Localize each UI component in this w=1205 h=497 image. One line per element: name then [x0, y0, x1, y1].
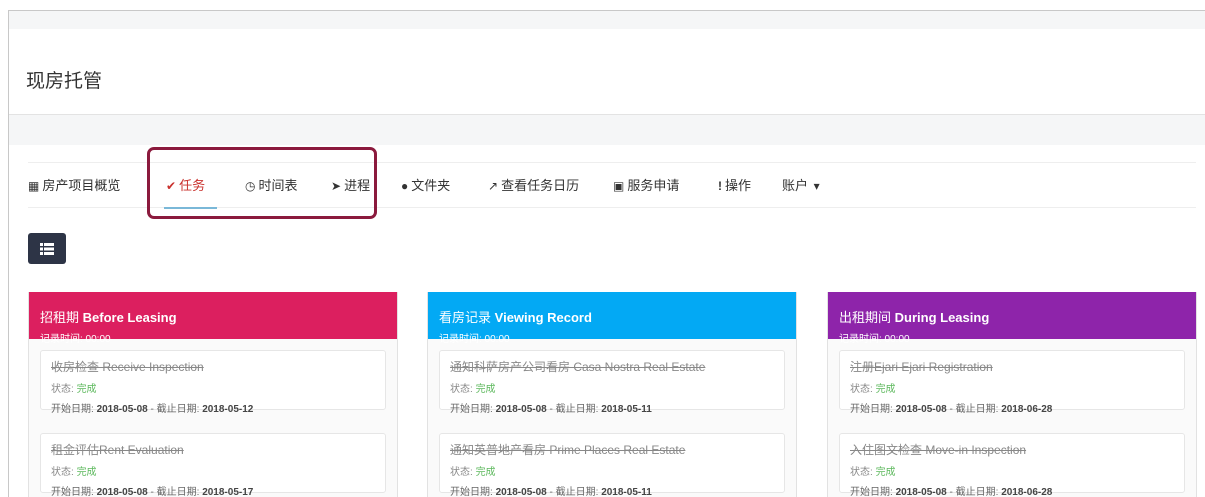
tab-progress[interactable]: ➤ 进程: [331, 163, 370, 208]
task-dates: 开始日期: 2018-05-08 - 截止日期: 2018-06-28: [850, 404, 1053, 415]
column-recorded-time: 记录时间: 00:00: [839, 334, 910, 345]
tab-overview[interactable]: ▦ 房产项目概览: [28, 163, 120, 208]
tab-service-request[interactable]: ▣ 服务申请: [613, 163, 679, 208]
tab-label: 查看任务日历: [501, 178, 580, 193]
column-before-leasing: 招租期 Before Leasing 记录时间: 00:00 收房检查 Rece…: [28, 292, 398, 497]
status-done: 完成: [875, 384, 896, 395]
check-circle-icon: ✔: [166, 179, 177, 193]
status-done: 完成: [875, 467, 896, 478]
rocket-icon: ➤: [331, 179, 342, 193]
task-title[interactable]: 注册Ejari Ejari Registration: [850, 358, 1184, 375]
tab-folder[interactable]: ● 文件夹: [401, 163, 450, 208]
column-title-en: Before Leasing: [82, 310, 177, 325]
status-done: 完成: [76, 384, 97, 395]
status-done: 完成: [475, 384, 496, 395]
tab-tasks[interactable]: ✔ 任务: [163, 163, 218, 209]
task-title[interactable]: 入住图文检查 Move-in Inspection: [850, 441, 1184, 458]
status-done: 完成: [475, 467, 496, 478]
tab-label: 时间表: [258, 178, 298, 193]
column-header: 看房记录 Viewing Record 记录时间: 00:00: [428, 292, 796, 345]
task-card[interactable]: 通知科萨房产公司看房 Casa Nostra Real Estate 状态: 完…: [439, 350, 785, 415]
column-title-en: Viewing Record: [494, 310, 592, 325]
task-title[interactable]: 收房检查 Receive Inspection: [51, 358, 385, 375]
list-view-button[interactable]: [28, 233, 66, 264]
tab-account-dropdown[interactable]: 账户 ▾: [782, 163, 823, 208]
tab-label: 任务: [179, 178, 206, 193]
app-frame: 现房托管 ▦ 房产项目概览 ✔ 任务 ◷ 时间表 ➤ 进程 ● 文件夹 ↗ 查看任务日历 ▣…: [8, 10, 1205, 497]
task-card[interactable]: 收房检查 Receive Inspection 状态: 完成 开始日期: 201…: [40, 350, 386, 415]
task-card[interactable]: 租金评估Rent Evaluation 状态: 完成 开始日期: 2018-05…: [40, 433, 386, 497]
task-status: 状态: 完成: [51, 384, 97, 395]
column-title-en: During Leasing: [894, 310, 990, 325]
column-viewing-record: 看房记录 Viewing Record 记录时间: 00:00 通知科萨房产公司…: [427, 292, 797, 497]
task-dates: 开始日期: 2018-05-08 - 截止日期: 2018-05-17: [51, 487, 254, 497]
column-recorded-time: 记录时间: 00:00: [439, 334, 510, 345]
task-dates: 开始日期: 2018-05-08 - 截止日期: 2018-05-11: [450, 487, 652, 497]
tab-operations[interactable]: ! 操作: [718, 163, 751, 208]
list-icon: [40, 242, 54, 255]
column-during-leasing: 出租期间 During Leasing 记录时间: 00:00 注册Ejari …: [827, 292, 1197, 497]
task-card[interactable]: 通知英普地产看房 Prime Places Real Estate 状态: 完成…: [439, 433, 785, 497]
task-card[interactable]: 入住图文检查 Move-in Inspection 状态: 完成 开始日期: 2…: [839, 433, 1185, 497]
id-card-icon: ▣: [613, 179, 625, 193]
task-dates: 开始日期: 2018-05-08 - 截止日期: 2018-05-12: [51, 404, 254, 415]
tab-schedule[interactable]: ◷ 时间表: [245, 163, 298, 208]
tab-label: 操作: [725, 178, 752, 193]
task-title[interactable]: 通知科萨房产公司看房 Casa Nostra Real Estate: [450, 358, 784, 375]
tab-label: 文件夹: [411, 178, 451, 193]
tab-label: 服务申请: [627, 178, 680, 193]
caret-down-icon: ▾: [813, 179, 820, 193]
column-recorded-time: 记录时间: 00:00: [40, 334, 111, 345]
task-status: 状态: 完成: [51, 467, 97, 478]
title-bar: 现房托管: [9, 29, 1205, 115]
status-done: 完成: [76, 467, 97, 478]
main-content: ▦ 房产项目概览 ✔ 任务 ◷ 时间表 ➤ 进程 ● 文件夹 ↗ 查看任务日历 ▣ 服务申请 …: [9, 145, 1205, 497]
column-title-cn: 出租期间: [839, 310, 892, 325]
page-title: 现房托管: [26, 71, 103, 92]
task-status: 状态: 完成: [850, 467, 896, 478]
task-title[interactable]: 租金评估Rent Evaluation: [51, 441, 385, 458]
tab-label: 房产项目概览: [42, 178, 121, 193]
task-status: 状态: 完成: [450, 467, 496, 478]
exclamation-icon: !: [718, 179, 722, 193]
column-title-cn: 招租期: [40, 310, 80, 325]
tab-label: 进程: [344, 178, 371, 193]
task-status: 状态: 完成: [850, 384, 896, 395]
task-dates: 开始日期: 2018-05-08 - 截止日期: 2018-06-28: [850, 487, 1053, 497]
comment-icon: ●: [401, 179, 409, 193]
line-chart-icon: ↗: [488, 179, 499, 193]
task-card[interactable]: 注册Ejari Ejari Registration 状态: 完成 开始日期: …: [839, 350, 1185, 415]
task-dates: 开始日期: 2018-05-08 - 截止日期: 2018-05-11: [450, 404, 652, 415]
task-status: 状态: 完成: [450, 384, 496, 395]
grid-icon: ▦: [28, 179, 40, 193]
column-header: 出租期间 During Leasing 记录时间: 00:00: [828, 292, 1196, 345]
clock-icon: ◷: [245, 179, 256, 193]
tab-task-calendar[interactable]: ↗ 查看任务日历: [488, 163, 579, 208]
column-title-cn: 看房记录: [439, 310, 492, 325]
column-header: 招租期 Before Leasing 记录时间: 00:00: [29, 292, 397, 345]
task-title[interactable]: 通知英普地产看房 Prime Places Real Estate: [450, 441, 784, 458]
tab-bar: ▦ 房产项目概览 ✔ 任务 ◷ 时间表 ➤ 进程 ● 文件夹 ↗ 查看任务日历 ▣ 服务申请 …: [28, 162, 1196, 209]
tab-label: 账户: [782, 178, 809, 193]
